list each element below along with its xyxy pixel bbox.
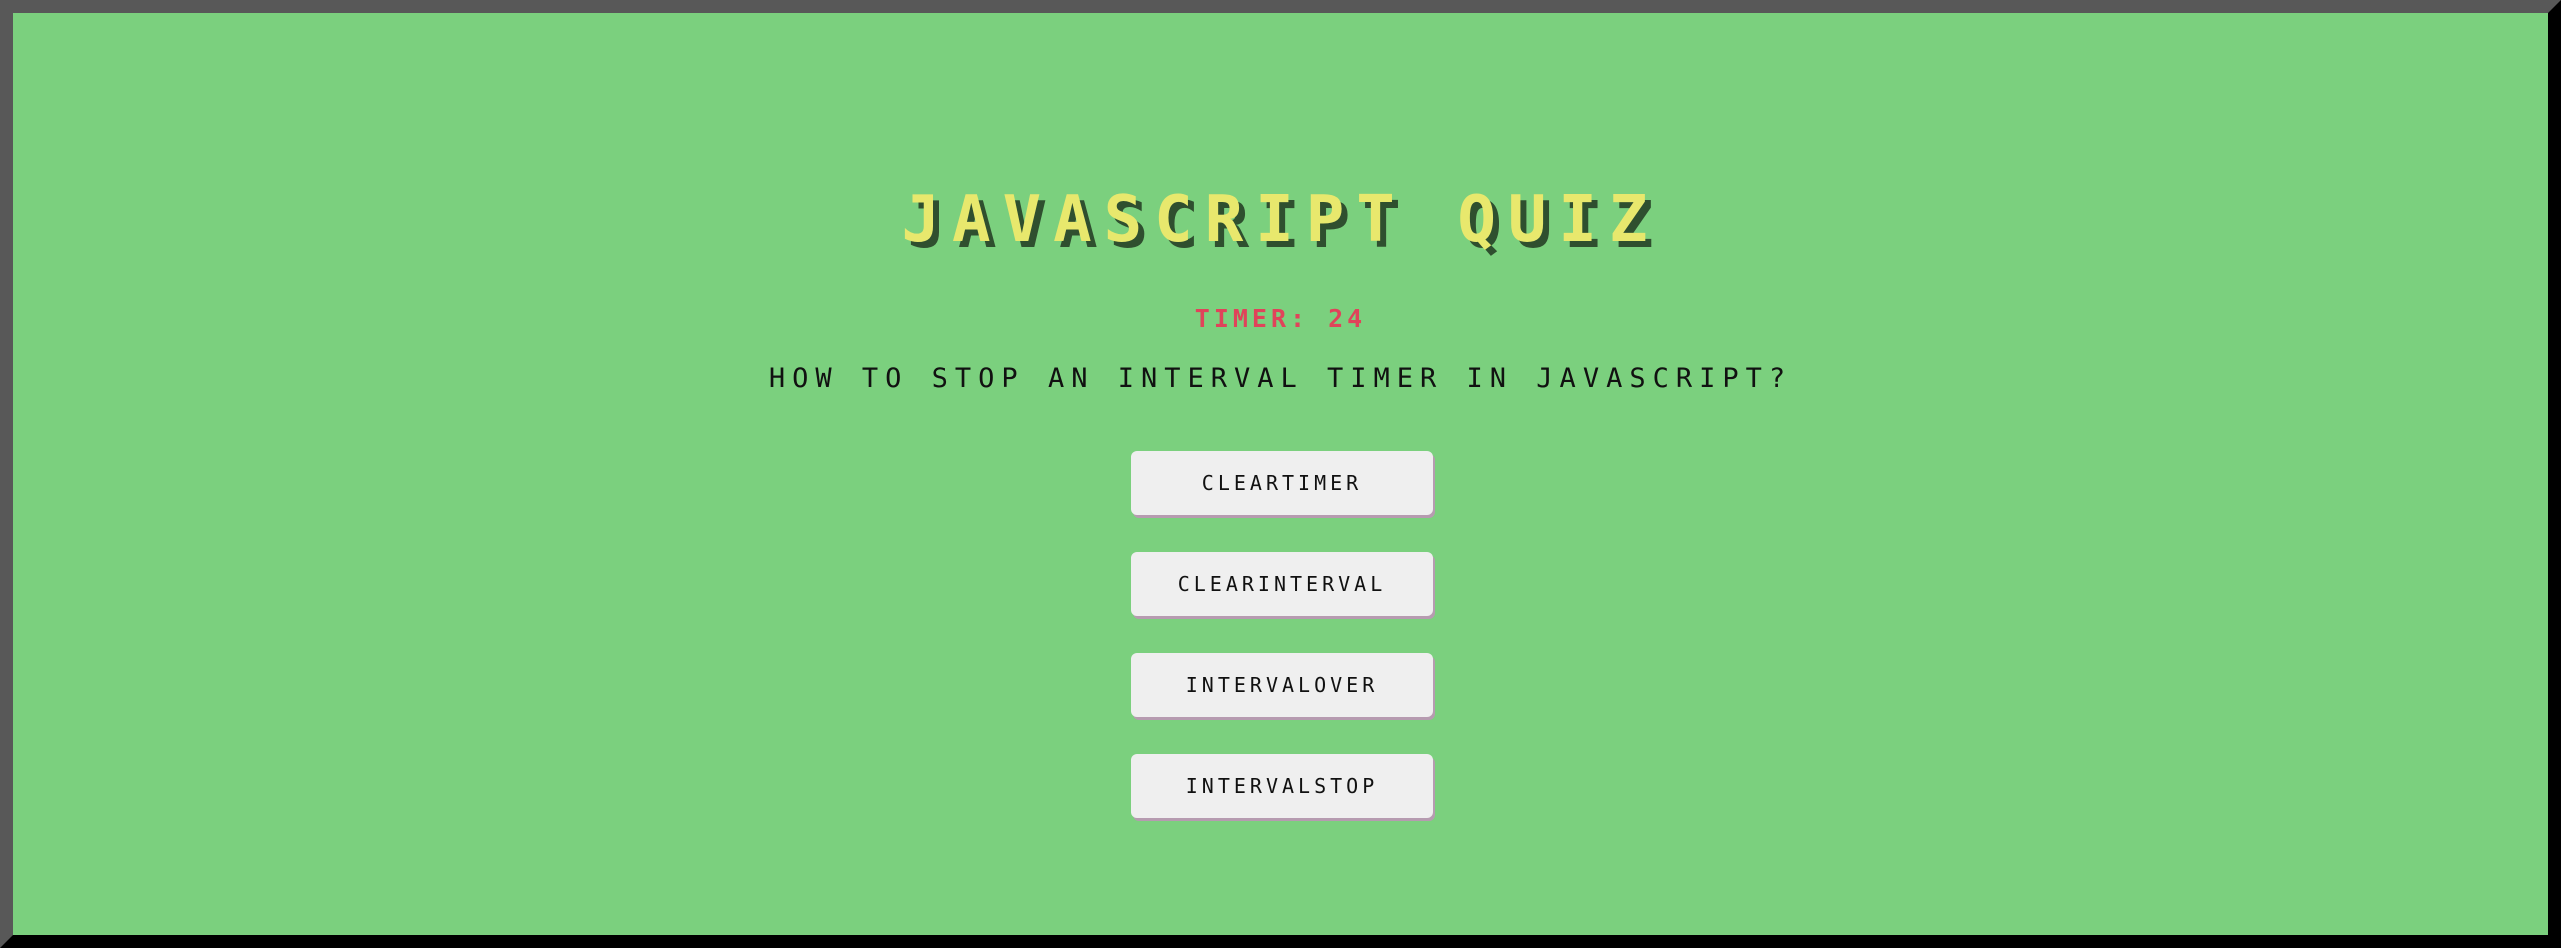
choice-button-cleartimer[interactable]: CLEARTIMER <box>1131 451 1433 515</box>
choice-button-intervalover[interactable]: INTERVALOVER <box>1131 653 1433 717</box>
choice-button-intervalstop[interactable]: INTERVALSTOP <box>1131 754 1433 818</box>
quiz-title: JAVASCRIPT QUIZ <box>901 183 1660 257</box>
answer-choices: CLEARTIMER CLEARINTERVAL INTERVALOVER IN… <box>1131 451 1433 855</box>
timer-display: TIMER: 24 <box>1194 304 1367 333</box>
choice-button-clearinterval[interactable]: CLEARINTERVAL <box>1131 552 1433 616</box>
question-text: HOW TO STOP AN INTERVAL TIMER IN JAVASCR… <box>768 363 1793 394</box>
